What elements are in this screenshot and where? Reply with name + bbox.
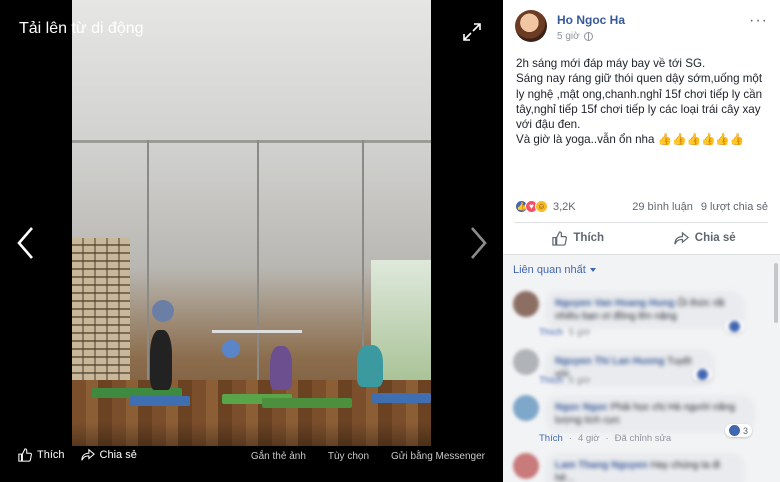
like-reaction-icon xyxy=(729,321,740,332)
viewer-share-button[interactable]: Chia sẻ xyxy=(80,448,137,462)
photo-viewer: Tải lên từ di động Thích Chia sẻ Gắn thẻ… xyxy=(0,0,503,482)
viewer-action-bar: Thích Chia sẻ Gắn thẻ ảnh Tùy chọn Gửi b… xyxy=(0,422,503,482)
post-text: 2h sáng mới đáp máy bay về tới SG. Sáng … xyxy=(503,48,780,148)
comment-meta: Thích · 4 giờ · Đã chỉnh sửa xyxy=(539,433,672,444)
chevron-down-icon xyxy=(589,268,596,272)
expand-icon[interactable] xyxy=(462,22,482,42)
comment-item: Lam Thang Nguyen Hay chúng ta đi hê... xyxy=(513,453,770,482)
comment-reaction-count: 3 xyxy=(743,425,749,436)
haha-reaction-icon: ☺ xyxy=(535,200,548,213)
comment-meta: Thích 5 giờ xyxy=(539,327,590,338)
comment-time[interactable]: 4 giờ xyxy=(578,433,600,444)
more-options-icon[interactable]: ··· xyxy=(749,12,768,30)
send-messenger-link[interactable]: Gửi bằng Messenger xyxy=(391,451,485,462)
tag-photo-link[interactable]: Gắn thẻ ảnh xyxy=(251,451,306,462)
shares-count[interactable]: 9 lượt chia sẻ xyxy=(701,201,768,213)
author-name[interactable]: Ho Ngoc Ha xyxy=(557,13,625,27)
comment-reaction-badge[interactable] xyxy=(725,320,744,333)
options-link[interactable]: Tùy chọn xyxy=(328,451,369,462)
comment-time[interactable]: 5 giờ xyxy=(569,375,591,386)
reaction-count: 3,2K xyxy=(553,200,576,213)
comment-sort-dropdown[interactable]: Liên quan nhất xyxy=(503,255,780,276)
comment-reaction-badge[interactable]: 3 xyxy=(725,424,753,437)
comment-reaction-badge[interactable] xyxy=(693,368,712,381)
author-avatar[interactable] xyxy=(515,10,547,42)
viewer-like-label: Thích xyxy=(37,449,65,461)
comment-like-link[interactable]: Thích xyxy=(539,375,563,386)
viewer-title: Tải lên từ di động xyxy=(19,20,144,37)
comment-edited-label[interactable]: Đã chỉnh sửa xyxy=(615,433,672,444)
comment-like-link[interactable]: Thích xyxy=(539,433,563,444)
commenter-name[interactable]: Nguyen Van Hoang Hung xyxy=(555,298,674,309)
previous-photo-icon[interactable] xyxy=(14,225,38,261)
comments-section: Liên quan nhất Nguyen Van Hoang Hung Ôi … xyxy=(503,254,780,482)
viewer-share-label: Chia sẻ xyxy=(99,449,137,461)
like-reaction-icon xyxy=(697,369,708,380)
commenter-avatar[interactable] xyxy=(513,291,539,317)
next-photo-icon[interactable] xyxy=(466,225,490,261)
thumbs-up-icon xyxy=(18,448,32,462)
post-text-line: Và giờ là yoga..vẫn ổn nha 👍👍👍👍👍👍 xyxy=(516,133,745,147)
post-actions: Thích Chia sẻ xyxy=(515,223,768,253)
yoga-photo[interactable] xyxy=(72,0,431,446)
globe-icon xyxy=(583,32,593,41)
commenter-name[interactable]: Nguyen Thi Lan Huong xyxy=(555,356,664,367)
commenter-avatar[interactable] xyxy=(513,349,539,375)
comment-time[interactable]: 5 giờ xyxy=(569,327,591,338)
post-stats: 👍 ♥ ☺ 3,2K 29 bình luận 9 lượt chia sẻ xyxy=(515,200,768,213)
reaction-summary[interactable]: 👍 ♥ ☺ 3,2K xyxy=(515,200,576,213)
like-label: Thích xyxy=(573,232,605,244)
commenter-name[interactable]: Ngọc Ngọc xyxy=(555,402,608,413)
comments-count[interactable]: 29 bình luận xyxy=(632,201,693,213)
like-reaction-icon xyxy=(729,425,740,436)
share-label: Chia sẻ xyxy=(694,232,736,244)
like-button[interactable]: Thích xyxy=(515,223,642,253)
comment-like-link[interactable]: Thích xyxy=(539,327,563,338)
share-icon xyxy=(80,448,95,461)
post-header: Ho Ngoc Ha 5 giờ ··· xyxy=(503,0,780,48)
commenter-avatar[interactable] xyxy=(513,395,539,421)
commenter-avatar[interactable] xyxy=(513,453,539,479)
post-panel: Ho Ngoc Ha 5 giờ ··· 2h sáng mới đáp máy… xyxy=(503,0,780,482)
post-time[interactable]: 5 giờ xyxy=(557,31,580,42)
comment-meta: Thích 5 giờ xyxy=(539,375,590,386)
thumbs-up-icon xyxy=(552,230,568,246)
share-button[interactable]: Chia sẻ xyxy=(642,223,769,253)
sort-label: Liên quan nhất xyxy=(513,264,586,276)
viewer-like-button[interactable]: Thích xyxy=(18,448,65,462)
post-text-line: 2h sáng mới đáp máy bay về tới SG. xyxy=(516,57,706,70)
scrollbar[interactable] xyxy=(774,263,778,323)
commenter-name[interactable]: Lam Thang Nguyen xyxy=(555,460,648,471)
share-icon xyxy=(674,231,689,244)
post-text-line: Sáng nay ráng giữ thói quen dậy sớm,uống… xyxy=(516,72,763,132)
